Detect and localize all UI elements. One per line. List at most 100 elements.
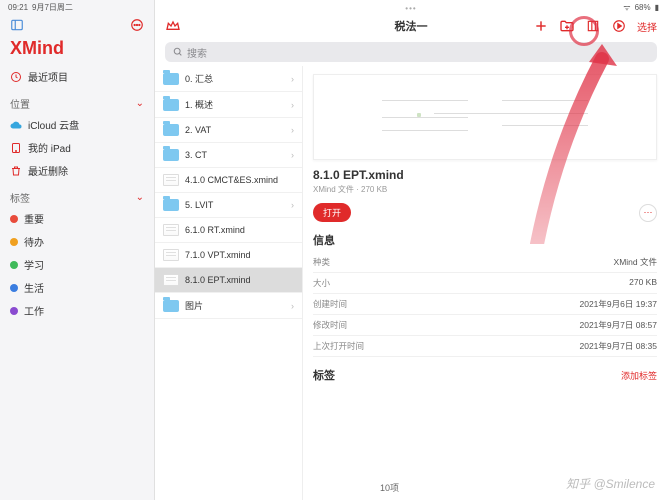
sidebar-item-label: 重要	[24, 211, 44, 226]
sidebar-item-label: iCloud 云盘	[28, 117, 79, 132]
status-date: 9月7日周二	[32, 2, 73, 13]
sidebar-item-label: 工作	[24, 303, 44, 318]
file-row[interactable]: 8.1.0 EPT.xmind	[155, 268, 302, 293]
chevron-right-icon: ›	[291, 200, 294, 210]
sidebar-item-tag[interactable]: 生活	[0, 276, 154, 299]
file-row[interactable]: 图片›	[155, 293, 302, 319]
add-tag-button[interactable]: 添加标签	[621, 369, 657, 382]
ipad-icon	[10, 142, 22, 154]
tag-dot-icon	[10, 261, 18, 269]
sidebar-item-location[interactable]: 我的 iPad	[0, 136, 154, 159]
search-input[interactable]: 搜索	[165, 42, 657, 62]
detail-panel: 8.1.0 EPT.xmind XMind 文件 · 270 KB 打开 ⋯ 信…	[303, 66, 667, 500]
chevron-down-icon: ⌄	[136, 192, 144, 203]
file-label: 1. 概述	[185, 98, 213, 111]
info-value: 2021年9月7日 08:57	[580, 319, 658, 331]
file-subtitle: XMind 文件 · 270 KB	[313, 184, 657, 195]
info-row: 种类 XMind 文件	[313, 252, 657, 273]
file-row[interactable]: 0. 汇总›	[155, 66, 302, 92]
sidebar-section-locations[interactable]: 位置 ⌄	[0, 88, 154, 113]
file-name: 8.1.0 EPT.xmind	[313, 168, 657, 182]
options-icon[interactable]	[130, 18, 144, 32]
info-value: 2021年9月7日 08:35	[580, 340, 658, 352]
sidebar-item-recent[interactable]: 最近项目	[0, 65, 154, 88]
sidebar-item-tag[interactable]: 待办	[0, 230, 154, 253]
tags-header: 标签	[313, 367, 335, 383]
search-icon	[173, 47, 183, 57]
chevron-right-icon: ›	[291, 74, 294, 84]
cloud-icon	[10, 119, 22, 131]
play-icon[interactable]	[611, 18, 627, 34]
file-label: 2. VAT	[185, 125, 211, 135]
sidebar-item-tag[interactable]: 学习	[0, 253, 154, 276]
chevron-right-icon: ›	[291, 150, 294, 160]
info-value: XMind 文件	[614, 256, 657, 268]
info-value: 270 KB	[629, 277, 657, 289]
plus-icon[interactable]	[533, 18, 549, 34]
file-row[interactable]: 3. CT ›	[155, 143, 302, 168]
sidebar-toggle-icon[interactable]	[10, 18, 24, 32]
folder-icon	[163, 99, 179, 111]
chevron-right-icon: ›	[291, 125, 294, 135]
trash-icon	[10, 165, 22, 177]
folder-icon	[163, 149, 179, 161]
file-row[interactable]: 4.1.0 CMCT&ES.xmind	[155, 168, 302, 193]
sidebar-item-label: 待办	[24, 234, 44, 249]
new-folder-icon[interactable]	[559, 18, 575, 34]
sidebar-item-tag[interactable]: 工作	[0, 299, 154, 322]
info-key: 修改时间	[313, 319, 347, 331]
folder-icon	[163, 124, 179, 136]
sidebar-section-tags[interactable]: 标签 ⌄	[0, 182, 154, 207]
tag-dot-icon	[10, 238, 18, 246]
info-row: 修改时间 2021年9月7日 08:57	[313, 315, 657, 336]
file-preview[interactable]	[313, 74, 657, 160]
tag-dot-icon	[10, 284, 18, 292]
file-label: 5. LVIT	[185, 200, 213, 210]
select-button[interactable]: 选择	[637, 19, 657, 34]
more-button[interactable]: ⋯	[639, 204, 657, 222]
file-row[interactable]: 2. VAT ›	[155, 118, 302, 143]
sidebar-item-location[interactable]: iCloud 云盘	[0, 113, 154, 136]
info-row: 创建时间 2021年9月6日 19:37	[313, 294, 657, 315]
xmind-file-icon	[163, 174, 179, 186]
folder-icon	[163, 300, 179, 312]
info-value: 2021年9月6日 19:37	[580, 298, 658, 310]
sidebar-item-location[interactable]: 最近删除	[0, 159, 154, 182]
info-header: 信息	[313, 232, 657, 248]
crown-icon[interactable]	[165, 18, 181, 34]
clock-icon	[10, 71, 22, 83]
file-row[interactable]: 6.1.0 RT.xmind	[155, 218, 302, 243]
file-label: 3. CT	[185, 150, 207, 160]
sidebar-item-label: 生活	[24, 280, 44, 295]
item-count: 10项	[380, 481, 399, 494]
status-time: 09:21	[8, 3, 28, 12]
xmind-file-icon	[163, 224, 179, 236]
sidebar: XMind 最近项目 位置 ⌄ iCloud 云盘我的 iPad最近删除 标签 …	[0, 0, 155, 500]
chevron-right-icon: ›	[291, 301, 294, 311]
view-mode-icon[interactable]	[585, 18, 601, 34]
file-row[interactable]: 5. LVIT ›	[155, 193, 302, 218]
info-key: 种类	[313, 256, 330, 268]
drag-handle-icon: •••	[405, 4, 416, 13]
file-label: 7.1.0 VPT.xmind	[185, 250, 251, 260]
xmind-file-icon	[163, 274, 179, 286]
sidebar-item-label: 最近项目	[28, 69, 68, 84]
xmind-file-icon	[163, 249, 179, 261]
open-button[interactable]: 打开	[313, 203, 351, 222]
chevron-down-icon: ⌄	[136, 98, 144, 109]
tag-dot-icon	[10, 307, 18, 315]
file-row[interactable]: 1. 概述 ›	[155, 92, 302, 118]
chevron-right-icon: ›	[291, 100, 294, 110]
file-list: 0. 汇总› 1. 概述 › 2. VAT › 3. CT › 4.1.0 CMCT&ES.x…	[155, 66, 303, 500]
sidebar-item-label: 学习	[24, 257, 44, 272]
file-label: 8.1.0 EPT.xmind	[185, 275, 251, 285]
sidebar-item-label: 我的 iPad	[28, 140, 71, 155]
file-row[interactable]: 7.1.0 VPT.xmind	[155, 243, 302, 268]
sidebar-item-tag[interactable]: 重要	[0, 207, 154, 230]
folder-icon	[163, 199, 179, 211]
tag-dot-icon	[10, 215, 18, 223]
info-key: 创建时间	[313, 298, 347, 310]
file-label: 6.1.0 RT.xmind	[185, 225, 245, 235]
info-key: 大小	[313, 277, 330, 289]
sidebar-item-label: 最近删除	[28, 163, 68, 178]
